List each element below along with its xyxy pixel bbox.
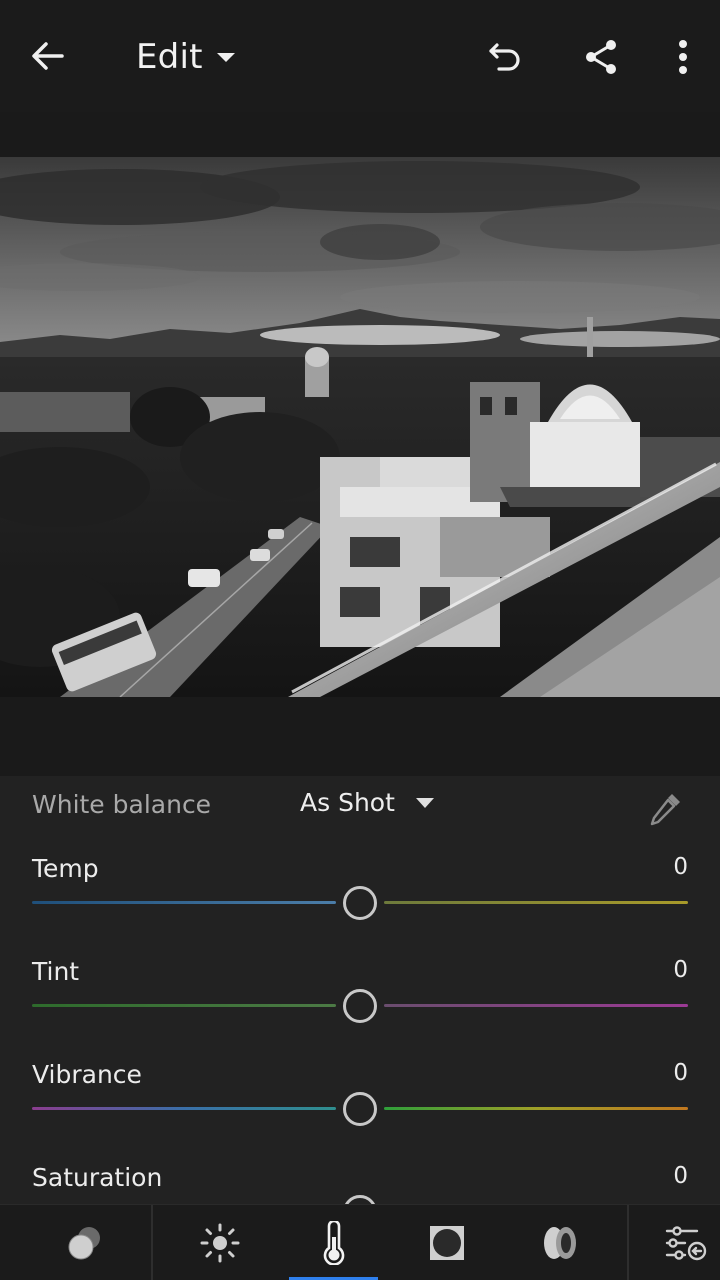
vibrance-slider-row: Vibrance 0	[0, 1060, 720, 1160]
undo-icon	[489, 43, 520, 71]
tool-adjustments[interactable]	[650, 1205, 720, 1280]
dropdown-caret-icon	[415, 797, 434, 808]
tint-slider-row: Tint 0	[0, 957, 720, 1057]
slider-label: Temp	[32, 854, 99, 883]
slider-value[interactable]: 0	[673, 1060, 688, 1086]
toolbar-divider	[627, 1205, 629, 1280]
color-temperature-icon	[323, 1221, 344, 1265]
back-button[interactable]	[24, 32, 72, 80]
slider-value[interactable]: 0	[673, 854, 688, 880]
tool-presets[interactable]	[40, 1205, 130, 1280]
white-balance-picker-button[interactable]	[642, 786, 688, 832]
edit-tools-toolbar	[0, 1204, 720, 1280]
share-button[interactable]	[578, 34, 624, 80]
tool-light[interactable]	[175, 1205, 265, 1280]
vignette-icon	[430, 1226, 464, 1260]
tool-optics[interactable]	[515, 1205, 605, 1280]
vibrance-slider-track[interactable]	[384, 1107, 688, 1110]
white-balance-dropdown[interactable]: As Shot	[300, 788, 435, 817]
temp-slider-thumb[interactable]	[343, 886, 377, 920]
saturation-slider-row: Saturation 0	[0, 1163, 720, 1204]
tint-slider-thumb[interactable]	[343, 989, 377, 1023]
slider-label: Saturation	[32, 1163, 163, 1192]
slider-label: Tint	[32, 957, 80, 986]
tint-slider-track[interactable]	[384, 1004, 688, 1007]
photo-canvas[interactable]	[0, 112, 720, 776]
edit-menu-button[interactable]: Edit	[136, 34, 237, 80]
temp-slider-track[interactable]	[384, 901, 688, 904]
slider-value[interactable]: 0	[673, 957, 688, 983]
slider-label: Vibrance	[32, 1060, 142, 1089]
temp-slider-row: Temp 0	[0, 854, 720, 954]
vibrance-slider-thumb[interactable]	[343, 1092, 377, 1126]
cityscape-photo	[0, 157, 720, 697]
adjustments-icon	[665, 1226, 707, 1261]
page-title: Edit	[136, 37, 203, 77]
slider-value[interactable]: 0	[673, 1163, 688, 1189]
eyedropper-icon	[650, 794, 680, 826]
undo-button[interactable]	[482, 34, 528, 80]
back-arrow-icon	[32, 42, 64, 70]
optics-icon	[544, 1227, 576, 1259]
toolbar-divider	[151, 1205, 153, 1280]
temp-slider-track[interactable]	[32, 901, 336, 904]
photo-preview[interactable]	[0, 157, 720, 697]
vibrance-slider-track[interactable]	[32, 1107, 336, 1110]
presets-icon	[68, 1227, 100, 1260]
light-icon	[200, 1223, 240, 1263]
more-options-button[interactable]	[660, 34, 706, 80]
white-balance-label: White balance	[32, 790, 212, 819]
tool-color[interactable]	[289, 1205, 378, 1280]
tool-effects[interactable]	[402, 1205, 492, 1280]
color-adjustments-panel: White balance As Shot Temp 0 Tint 0 Vibr…	[0, 776, 720, 1204]
dropdown-caret-icon	[216, 53, 235, 62]
saturation-slider-thumb[interactable]	[343, 1195, 377, 1204]
more-vertical-icon	[679, 40, 687, 74]
white-balance-value: As Shot	[300, 788, 395, 817]
top-app-bar: Edit	[0, 0, 720, 112]
white-balance-row: White balance As Shot	[0, 776, 720, 836]
share-icon	[586, 40, 616, 74]
tint-slider-track[interactable]	[32, 1004, 336, 1007]
